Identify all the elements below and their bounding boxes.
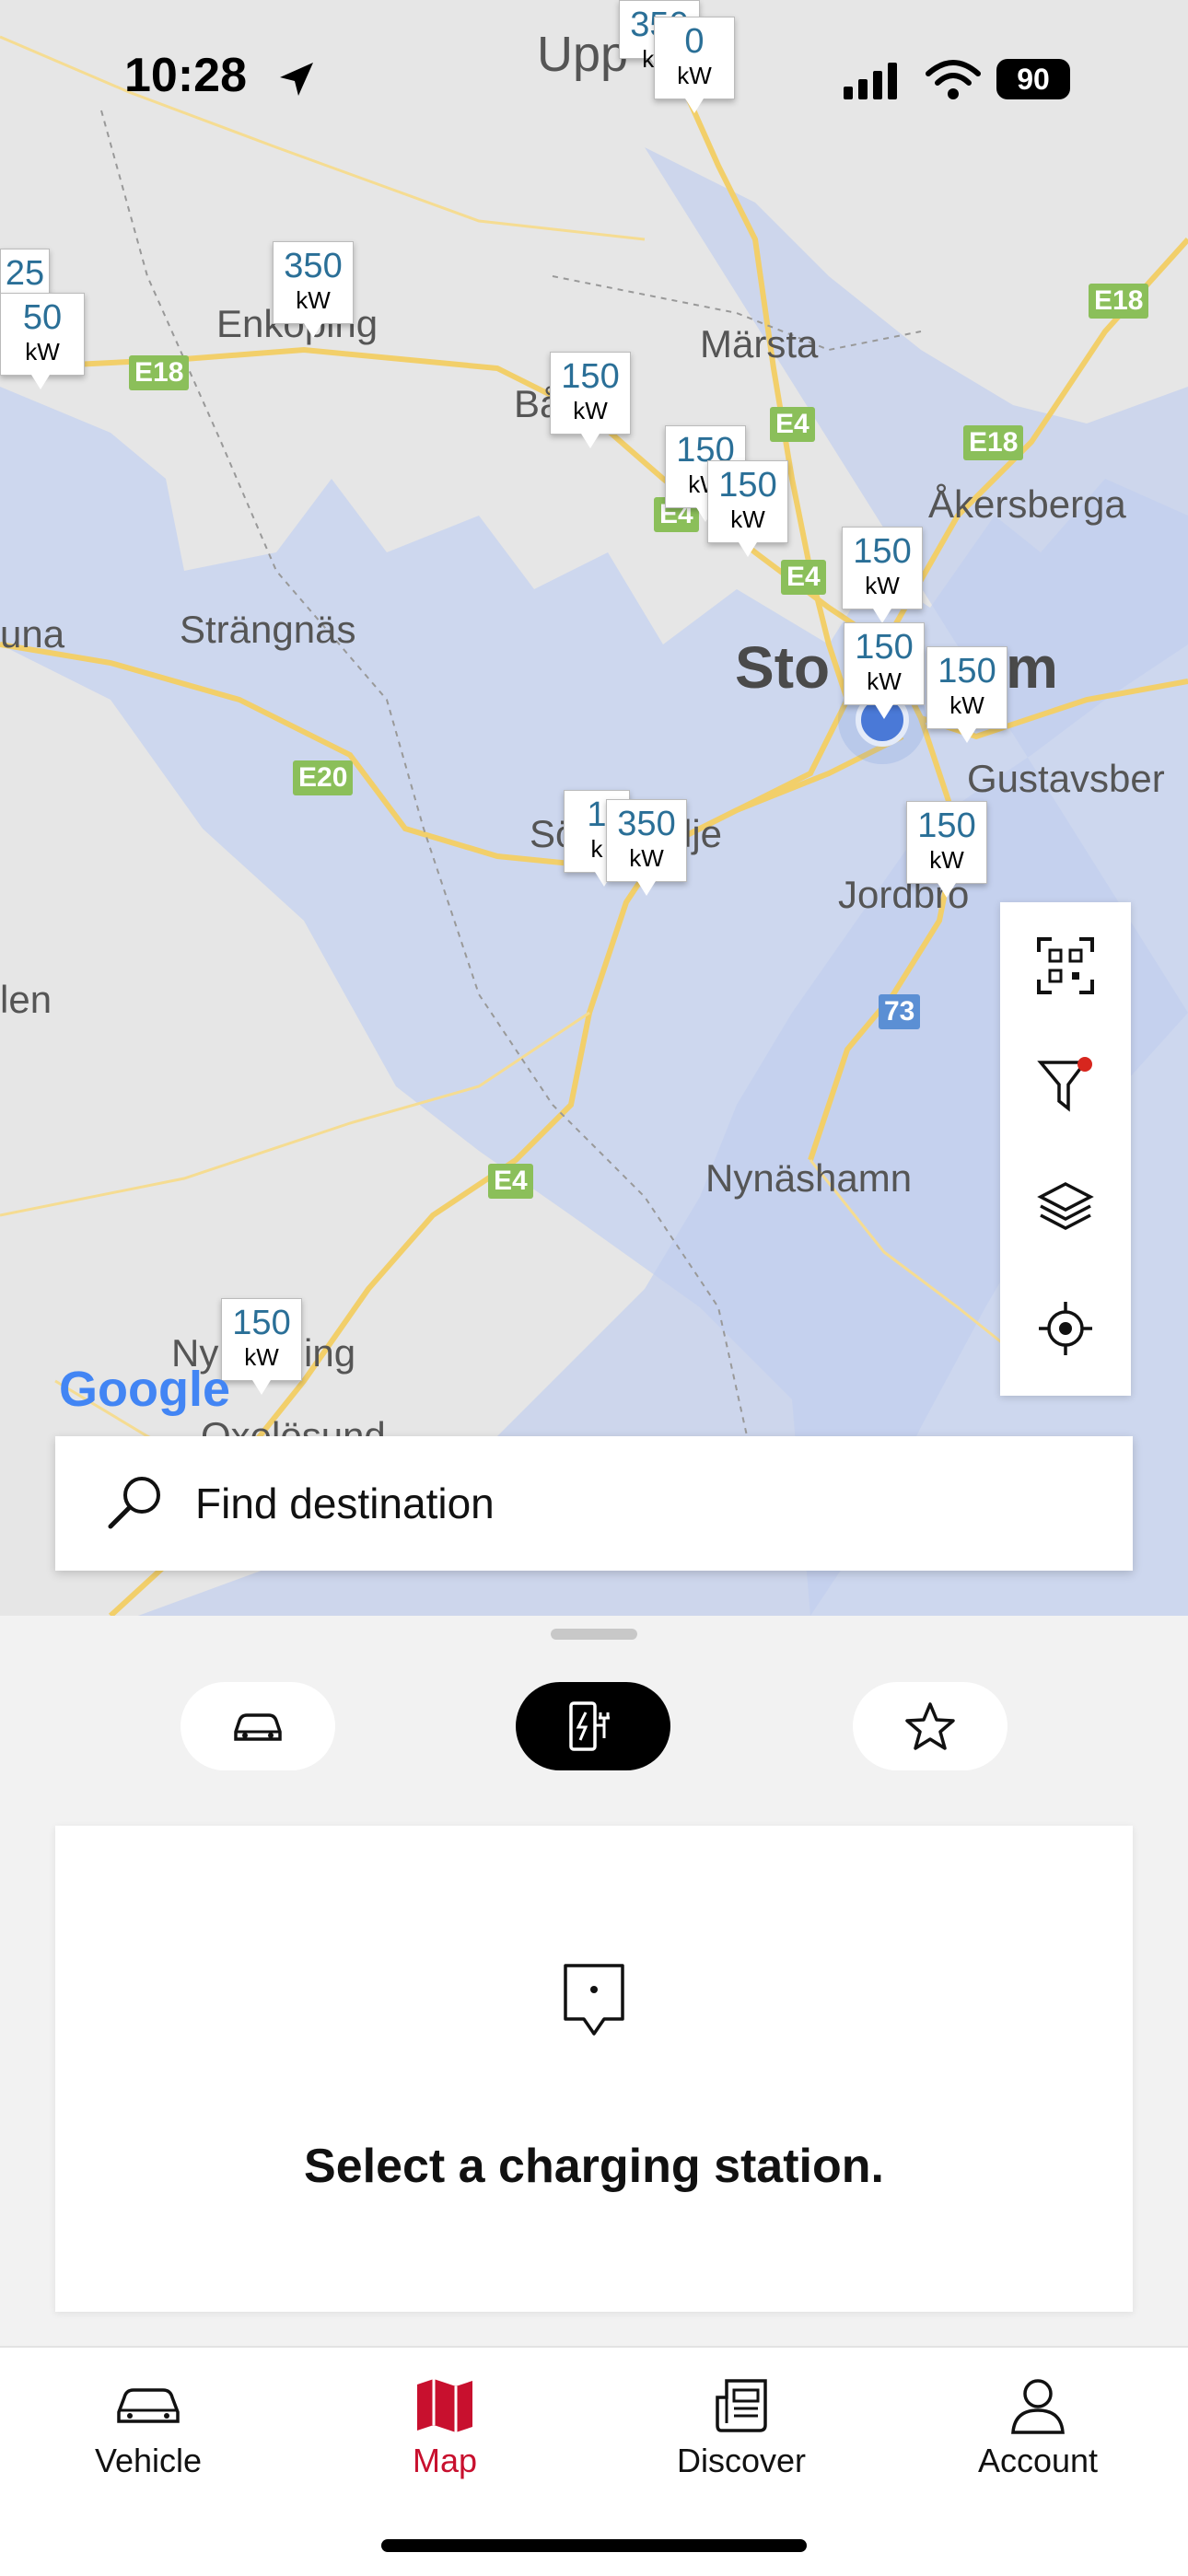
charging-marker-unit: kW bbox=[25, 338, 60, 366]
sheet-drag-handle[interactable] bbox=[551, 1629, 637, 1640]
charging-marker-unit: kW bbox=[573, 397, 608, 424]
car-icon bbox=[234, 1713, 282, 1741]
search-icon bbox=[108, 1477, 160, 1529]
charging-marker-power: 350 bbox=[284, 247, 343, 285]
bottom-sheet: Select a charging station. bbox=[0, 1616, 1188, 2348]
tab-vehicle[interactable]: Vehicle bbox=[0, 2348, 297, 2513]
place-label: Märsta bbox=[700, 322, 819, 366]
wifi-icon bbox=[926, 60, 981, 99]
charging-marker[interactable]: 150 kW bbox=[844, 622, 925, 719]
filter-button[interactable] bbox=[1000, 1035, 1131, 1136]
charging-marker-unit: kW bbox=[865, 572, 900, 599]
location-arrow-icon bbox=[280, 63, 313, 96]
charging-marker-power: 150 bbox=[718, 466, 777, 505]
charging-marker-unit: kW bbox=[244, 1343, 279, 1371]
map-view[interactable]: Upp Enköping Märsta Bå Åkersberga Sträng… bbox=[0, 0, 1188, 1616]
user-icon bbox=[1011, 2379, 1065, 2434]
charging-marker-unit: kW bbox=[949, 691, 984, 719]
destination-search[interactable]: Find destination bbox=[55, 1436, 1133, 1571]
place-label: ing bbox=[304, 1331, 356, 1375]
road-sign: E18 bbox=[1089, 284, 1149, 319]
charging-marker[interactable]: 150 kW bbox=[550, 352, 631, 448]
place-label: lje bbox=[683, 812, 723, 855]
locate-me-button[interactable] bbox=[1000, 1278, 1131, 1379]
charging-marker[interactable]: 150 kW bbox=[926, 646, 1007, 743]
road-sign: E18 bbox=[129, 355, 190, 390]
road-sign: E4 bbox=[781, 560, 826, 595]
place-label: Sto bbox=[735, 634, 831, 701]
charging-marker-power: 150 bbox=[853, 532, 912, 571]
charging-marker-power: 150 bbox=[938, 652, 996, 690]
place-label: len bbox=[0, 978, 52, 1021]
filter-icon bbox=[1037, 1057, 1092, 1112]
charging-mode-button[interactable] bbox=[516, 1682, 670, 1770]
charging-marker[interactable]: 150 kW bbox=[221, 1298, 302, 1395]
road-sign: E20 bbox=[293, 760, 354, 795]
road-sign: E4 bbox=[770, 407, 815, 442]
map-icon bbox=[417, 2379, 472, 2432]
road-sign: E4 bbox=[488, 1164, 533, 1199]
home-indicator[interactable] bbox=[381, 2539, 807, 2552]
location-pin-icon bbox=[564, 1964, 624, 2036]
tab-label: Account bbox=[977, 2442, 1099, 2479]
signal-icon bbox=[844, 63, 897, 99]
car-icon bbox=[117, 2388, 180, 2423]
charging-marker-power: 150 bbox=[855, 628, 914, 667]
tab-label: Discover bbox=[676, 2442, 807, 2479]
empty-state-message: Select a charging station. bbox=[304, 2140, 884, 2193]
status-bar: 10:28 90 bbox=[0, 0, 1188, 157]
newspaper-icon bbox=[716, 2379, 767, 2432]
charging-marker-power: 150 bbox=[561, 357, 620, 396]
charging-marker[interactable]: 150 kW bbox=[707, 460, 788, 557]
status-time: 10:28 bbox=[124, 49, 247, 102]
place-label: Åkersberga bbox=[928, 482, 1126, 526]
charging-station-icon bbox=[569, 1701, 610, 1751]
map-tools-panel bbox=[1000, 902, 1131, 1396]
layers-button[interactable] bbox=[1000, 1156, 1131, 1258]
battery-indicator: 90 bbox=[996, 59, 1070, 99]
charging-marker-unit: kW bbox=[867, 667, 902, 695]
qr-scan-button[interactable] bbox=[1000, 915, 1131, 1016]
charging-marker-unit: kW bbox=[730, 505, 765, 533]
charging-marker-unit: kW bbox=[929, 846, 964, 874]
place-label: una bbox=[0, 612, 65, 656]
car-mode-button[interactable] bbox=[181, 1682, 335, 1770]
charging-marker-power: 350 bbox=[617, 805, 676, 843]
star-icon bbox=[905, 1702, 955, 1750]
tab-label: Map bbox=[412, 2442, 478, 2479]
tab-label: Vehicle bbox=[94, 2442, 203, 2479]
charging-marker-unit: kW bbox=[296, 286, 331, 314]
tab-map[interactable]: Map bbox=[297, 2348, 593, 2513]
place-label: m bbox=[1006, 634, 1058, 701]
tab-discover[interactable]: Discover bbox=[593, 2348, 890, 2513]
charging-marker[interactable]: 350kW bbox=[273, 241, 354, 338]
tab-account[interactable]: Account bbox=[890, 2348, 1186, 2513]
charging-marker[interactable]: 50 kW bbox=[0, 293, 85, 389]
road-sign: E18 bbox=[963, 425, 1024, 460]
charging-marker-power: 150 bbox=[917, 806, 976, 845]
place-label: Strängnäs bbox=[180, 608, 356, 651]
layers-icon bbox=[1037, 1182, 1094, 1230]
charging-station-card: Select a charging station. bbox=[55, 1826, 1133, 2312]
charging-marker[interactable]: 150 kW bbox=[906, 801, 987, 898]
charging-marker-power: 25 bbox=[5, 254, 45, 293]
road-sign: 73 bbox=[879, 994, 921, 1029]
crosshair-icon bbox=[1039, 1302, 1092, 1355]
charging-marker-power: 50 bbox=[22, 298, 63, 337]
google-logo: Google bbox=[59, 1362, 230, 1417]
charging-marker-power: 150 bbox=[232, 1304, 291, 1342]
place-label: Nynäshamn bbox=[705, 1156, 913, 1200]
qr-scan-icon bbox=[1037, 937, 1094, 994]
place-label: Gustavsber bbox=[967, 757, 1165, 800]
charging-marker[interactable]: 350kW bbox=[606, 799, 687, 896]
charging-marker-unit: kW bbox=[629, 844, 664, 872]
charging-marker[interactable]: 150 kW bbox=[842, 527, 923, 623]
favorites-mode-button[interactable] bbox=[853, 1682, 1007, 1770]
search-input[interactable]: Find destination bbox=[195, 1479, 495, 1528]
